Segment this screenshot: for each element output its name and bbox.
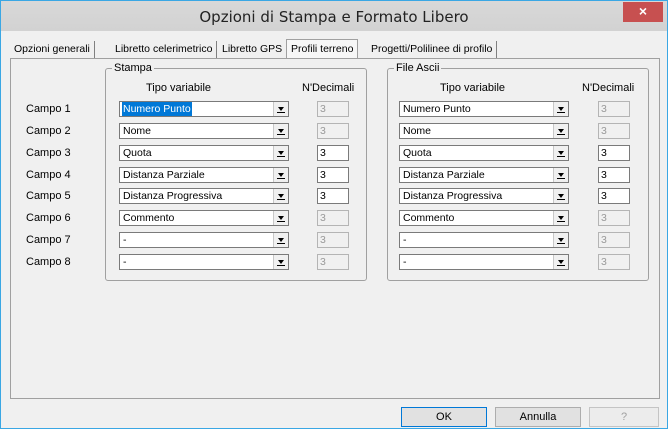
stampa-decimali-input: 3 <box>317 123 349 139</box>
stampa-tipo-value: - <box>123 256 127 268</box>
ascii-decimali-input[interactable]: 3 <box>598 167 630 183</box>
ascii-tipo-select[interactable]: Distanza Parziale <box>399 167 569 183</box>
tab-strip: Opzioni generali Libretto celerimetrico … <box>10 39 660 59</box>
row-label-campo-4: Campo 4 <box>26 169 71 181</box>
ascii-legend: File Ascii <box>394 62 442 74</box>
ascii-decimali-input[interactable]: 3 <box>598 188 630 204</box>
tab-panel-profili-terreno: Stampa Tipo variabile N'Decimali File As… <box>10 58 660 399</box>
chevron-down-icon[interactable] <box>553 168 568 182</box>
stampa-tipo-select[interactable]: Nome <box>119 123 289 139</box>
stampa-decimali-input[interactable]: 3 <box>317 188 349 204</box>
ascii-decimali-input: 3 <box>598 101 630 117</box>
ascii-decimali-input: 3 <box>598 232 630 248</box>
tab-libretto-gps[interactable]: Libretto GPS <box>218 41 288 58</box>
stampa-decimali-input: 3 <box>317 254 349 270</box>
chevron-down-icon[interactable] <box>273 255 288 269</box>
stampa-tipo-value: - <box>123 234 127 246</box>
ascii-tipo-select[interactable]: - <box>399 232 569 248</box>
chevron-down-icon[interactable] <box>553 124 568 138</box>
cancel-button[interactable]: Annulla <box>495 407 581 427</box>
ascii-tipo-value: Nome <box>403 125 432 137</box>
chevron-down-icon[interactable] <box>273 146 288 160</box>
stampa-decimali-input: 3 <box>317 210 349 226</box>
ascii-tipo-select[interactable]: Distanza Progressiva <box>399 188 569 204</box>
stampa-tipo-select[interactable]: - <box>119 232 289 248</box>
ascii-tipo-value: Numero Punto <box>403 103 471 115</box>
ascii-tipo-value: Quota <box>403 147 432 159</box>
ascii-decimali-input: 3 <box>598 254 630 270</box>
ascii-col-tipo: Tipo variabile <box>440 82 506 94</box>
ascii-tipo-value: Commento <box>403 212 455 224</box>
stampa-decimali-input[interactable]: 3 <box>317 145 349 161</box>
tab-profili-terreno[interactable]: Profili terreno <box>286 39 359 59</box>
dialog-window: Opzioni di Stampa e Formato Libero × Opz… <box>0 0 668 429</box>
chevron-down-icon[interactable] <box>273 211 288 225</box>
ascii-tipo-select[interactable]: Quota <box>399 145 569 161</box>
stampa-tipo-select[interactable]: - <box>119 254 289 270</box>
ascii-tipo-value: Distanza Progressiva <box>403 190 503 202</box>
row-label-campo-3: Campo 3 <box>26 147 71 159</box>
stampa-decimali-input: 3 <box>317 101 349 117</box>
title-bar[interactable]: Opzioni di Stampa e Formato Libero × <box>1 1 667 31</box>
ascii-tipo-select[interactable]: Nome <box>399 123 569 139</box>
stampa-col-tipo: Tipo variabile <box>146 82 212 94</box>
stampa-decimali-input: 3 <box>317 232 349 248</box>
chevron-down-icon[interactable] <box>553 189 568 203</box>
chevron-down-icon[interactable] <box>553 233 568 247</box>
chevron-down-icon[interactable] <box>553 146 568 160</box>
ascii-tipo-select[interactable]: Commento <box>399 210 569 226</box>
close-button[interactable]: × <box>623 2 663 22</box>
stampa-tipo-value: Numero Punto <box>122 102 192 116</box>
row-label-campo-1: Campo 1 <box>26 103 71 115</box>
stampa-tipo-value: Quota <box>123 147 152 159</box>
stampa-tipo-select[interactable]: Distanza Parziale <box>119 167 289 183</box>
ascii-tipo-select[interactable]: - <box>399 254 569 270</box>
row-label-campo-5: Campo 5 <box>26 190 71 202</box>
row-label-campo-2: Campo 2 <box>26 125 71 137</box>
chevron-down-icon[interactable] <box>553 255 568 269</box>
help-button[interactable]: ? <box>589 407 659 427</box>
window-title: Opzioni di Stampa e Formato Libero <box>199 8 469 26</box>
chevron-down-icon[interactable] <box>273 124 288 138</box>
row-label-campo-7: Campo 7 <box>26 234 71 246</box>
chevron-down-icon[interactable] <box>273 233 288 247</box>
stampa-decimali-input[interactable]: 3 <box>317 167 349 183</box>
tab-opzioni-generali[interactable]: Opzioni generali <box>10 41 95 58</box>
tab-libretto-celerimetrico[interactable]: Libretto celerimetrico <box>111 41 218 58</box>
stampa-tipo-select[interactable]: Numero Punto <box>119 101 289 117</box>
chevron-down-icon[interactable] <box>553 102 568 116</box>
stampa-tipo-select[interactable]: Commento <box>119 210 289 226</box>
ascii-col-decimali: N'Decimali <box>582 82 635 94</box>
ok-button[interactable]: OK <box>401 407 487 427</box>
ascii-decimali-input[interactable]: 3 <box>598 145 630 161</box>
stampa-tipo-value: Distanza Parziale <box>123 169 205 181</box>
stampa-tipo-select[interactable]: Distanza Progressiva <box>119 188 289 204</box>
ascii-tipo-select[interactable]: Numero Punto <box>399 101 569 117</box>
stampa-col-decimali: N'Decimali <box>302 82 355 94</box>
chevron-down-icon[interactable] <box>273 102 288 116</box>
row-label-campo-8: Campo 8 <box>26 256 71 268</box>
ascii-tipo-value: - <box>403 256 407 268</box>
chevron-down-icon[interactable] <box>553 211 568 225</box>
ascii-tipo-value: Distanza Parziale <box>403 169 485 181</box>
row-label-campo-6: Campo 6 <box>26 212 71 224</box>
tab-progetti-polilinee[interactable]: Progetti/Polilinee di profilo <box>367 41 498 58</box>
stampa-tipo-select[interactable]: Quota <box>119 145 289 161</box>
ascii-decimali-input: 3 <box>598 210 630 226</box>
ascii-decimali-input: 3 <box>598 123 630 139</box>
chevron-down-icon[interactable] <box>273 168 288 182</box>
chevron-down-icon[interactable] <box>273 189 288 203</box>
stampa-tipo-value: Distanza Progressiva <box>123 190 223 202</box>
stampa-legend: Stampa <box>112 62 154 74</box>
stampa-tipo-value: Commento <box>123 212 175 224</box>
stampa-tipo-value: Nome <box>123 125 152 137</box>
ascii-tipo-value: - <box>403 234 407 246</box>
